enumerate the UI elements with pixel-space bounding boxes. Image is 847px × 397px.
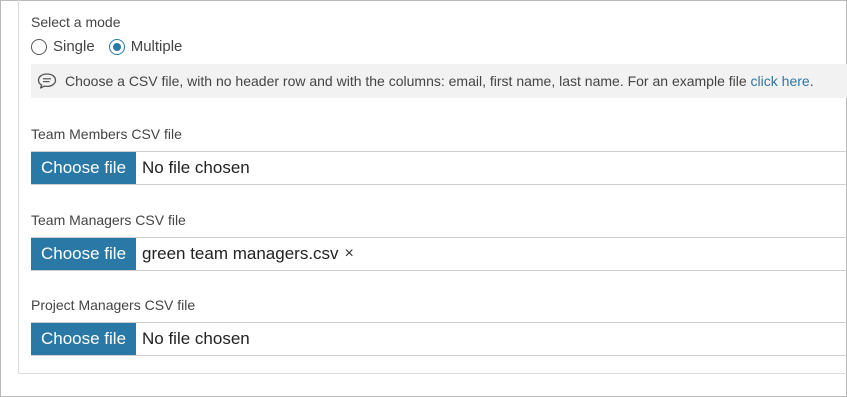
left-divider [18,0,19,373]
radio-single-circle[interactable] [31,38,47,55]
team-members-choose-button[interactable]: Choose file [31,152,136,184]
info-message: Choose a CSV file, with no header row an… [65,73,751,89]
bottom-divider [18,373,847,374]
info-box: Choose a CSV file, with no header row an… [31,64,847,98]
project-managers-label: Project Managers CSV file [31,297,196,313]
info-suffix: . [809,73,814,89]
project-managers-file-input[interactable]: Choose file No file chosen [31,322,847,356]
csv-upload-panel: Select a mode Single Multiple Choose a C… [31,0,847,373]
speech-bubble-icon [36,72,58,90]
mode-radio-group: Single Multiple [31,38,196,55]
team-managers-choose-button[interactable]: Choose file [31,238,136,270]
team-managers-file-input[interactable]: Choose file green team managers.csv × [31,237,847,271]
team-managers-label: Team Managers CSV file [31,212,186,228]
radio-multiple-label: Multiple [130,38,183,55]
mode-label: Select a mode [31,14,121,30]
clear-file-icon[interactable]: × [345,245,354,263]
team-members-file-input[interactable]: Choose file No file chosen [31,151,847,185]
project-managers-choose-button[interactable]: Choose file [31,323,136,355]
radio-single[interactable]: Single [31,38,95,55]
radio-multiple[interactable]: Multiple [108,38,183,55]
radio-multiple-circle[interactable] [108,38,125,55]
example-file-link[interactable]: click here [751,73,810,89]
radio-single-label: Single [53,38,95,55]
info-text: Choose a CSV file, with no header row an… [65,73,814,89]
team-members-label: Team Members CSV file [31,126,182,142]
team-managers-file-name: green team managers.csv [142,244,339,263]
team-members-file-status: No file chosen [142,158,250,177]
project-managers-file-status: No file chosen [142,329,250,348]
